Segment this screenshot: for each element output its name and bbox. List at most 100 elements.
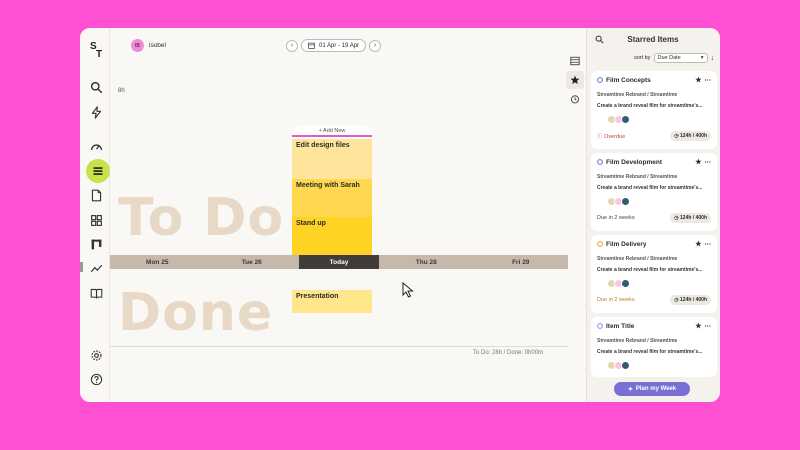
card-title: Film Concepts: [606, 76, 651, 84]
sort-label: sort by: [633, 55, 651, 61]
help-icon[interactable]: [89, 372, 103, 386]
avatar: [621, 279, 630, 288]
kanban-icon[interactable]: [89, 237, 103, 251]
tab-reminders[interactable]: [566, 90, 584, 108]
assignee-avatars: [607, 279, 711, 288]
sparkle-icon: ✦: [627, 386, 633, 393]
plan-button-label: Plan my Week: [635, 386, 677, 392]
panel-title: Starred Items: [627, 34, 679, 44]
book-icon[interactable]: [89, 286, 103, 300]
card-project: Streamtime Rebrand / Streamtime: [597, 256, 678, 262]
done-task[interactable]: Presentation: [292, 290, 372, 313]
date-navigation: ‹ 01 Apr - 19 Apr ›: [286, 39, 382, 52]
card-project: Streamtime Rebrand / Streamtime: [597, 174, 678, 180]
alarm-clock-icon: [570, 95, 580, 104]
card-title: Film Development: [606, 158, 662, 166]
hours-badge: ◷ 124h / 400h: [670, 295, 711, 305]
panel-tabs: [566, 52, 584, 109]
day-header-bar: Mon 25 Tue 26 Today Thu 28 Fri 29: [110, 255, 568, 269]
star-icon: [570, 75, 580, 84]
todo-task[interactable]: Stand up: [292, 217, 372, 258]
starred-items-panel: Starred Items sort by Due Date ▾ ↓ Film …: [586, 28, 720, 402]
more-icon[interactable]: ⋯: [705, 240, 712, 248]
sort-row: sort by Due Date ▾ ↓: [587, 50, 720, 63]
trend-chart-icon[interactable]: [89, 261, 103, 275]
star-icon[interactable]: ★: [695, 158, 701, 166]
sort-value: Due Date: [657, 55, 681, 61]
tab-list[interactable]: [566, 52, 584, 70]
lightning-icon[interactable]: [89, 105, 103, 119]
schedule-nav-active[interactable]: [86, 159, 110, 183]
add-new-button[interactable]: + Add New: [292, 126, 372, 137]
assignee-avatars: [607, 361, 711, 370]
due-status: ⓘ Overdue: [597, 134, 626, 140]
user-name: isobel: [149, 42, 166, 49]
streamtime-logo[interactable]: ST: [90, 42, 106, 60]
avatar: [621, 361, 630, 370]
day-mon[interactable]: Mon 25: [110, 255, 205, 269]
list-icon: [570, 56, 580, 66]
grid-icon[interactable]: [89, 213, 103, 227]
card-title: Film Delivery: [606, 240, 647, 248]
todo-task[interactable]: Edit design files: [292, 139, 372, 179]
card-title: Item Title: [606, 322, 635, 330]
totals-summary: To Do: 28h / Done: 0h00m: [473, 350, 544, 356]
starred-card[interactable]: Film Concepts ★ ⋯ Streamtime Rebrand / S…: [591, 71, 717, 149]
list-icon: [93, 167, 103, 175]
left-rail: ST: [80, 28, 110, 402]
more-icon[interactable]: ⋯: [705, 158, 712, 166]
app-window: ST IB isobel ‹ 01 Apr - 19 Apr › 8h To D…: [80, 28, 720, 402]
more-icon[interactable]: ⋯: [705, 322, 712, 330]
card-description: Create a brand reveal film for streamtim…: [597, 267, 703, 273]
job-status-icon: [597, 159, 603, 165]
hours-badge: ◷ 124h / 400h: [670, 213, 711, 223]
previous-week-button[interactable]: ‹: [286, 39, 298, 52]
panel-header: Starred Items: [587, 28, 720, 50]
star-icon[interactable]: ★: [695, 76, 701, 84]
hours-badge: ◷ 124h / 400h: [670, 131, 711, 141]
search-icon[interactable]: [89, 80, 103, 94]
document-icon[interactable]: [89, 188, 103, 202]
more-icon[interactable]: ⋯: [705, 76, 712, 84]
starred-card[interactable]: Item Title ★ ⋯ Streamtime Rebrand / Stre…: [591, 317, 717, 377]
due-status: Due in 2 weeks: [597, 215, 635, 221]
due-status: Due in 2 weeks: [597, 297, 635, 303]
sort-direction-arrow-icon[interactable]: ↓: [711, 55, 715, 62]
star-icon[interactable]: ★: [695, 240, 701, 248]
chevron-down-icon: ▾: [700, 55, 704, 61]
card-description: Create a brand reveal film for streamtim…: [597, 185, 703, 191]
calendar-icon: [308, 42, 315, 49]
user-chip[interactable]: IB isobel: [131, 39, 166, 52]
star-icon[interactable]: ★: [695, 322, 701, 330]
dashboard-gauge-icon[interactable]: [89, 140, 103, 154]
todo-task[interactable]: Meeting with Sarah: [292, 179, 372, 217]
next-week-button[interactable]: ›: [369, 39, 382, 52]
day-today[interactable]: Today: [299, 255, 379, 269]
today-todo-column: + Add New Edit design files Meeting with…: [292, 126, 372, 258]
avatar: IB: [131, 39, 144, 52]
plan-my-week-button[interactable]: ✦ Plan my Week: [614, 382, 690, 396]
starred-card[interactable]: Film Development ★ ⋯ Streamtime Rebrand …: [591, 153, 717, 231]
day-fri[interactable]: Fri 29: [474, 255, 569, 269]
card-description: Create a brand reveal film for streamtim…: [597, 103, 703, 109]
avatar: [621, 115, 630, 124]
search-icon[interactable]: [595, 35, 604, 44]
avatar: [621, 197, 630, 206]
starred-card[interactable]: Film Delivery ★ ⋯ Streamtime Rebrand / S…: [591, 235, 717, 313]
card-project: Streamtime Rebrand / Streamtime: [597, 338, 678, 344]
hours-label: 8h: [118, 88, 125, 94]
todo-watermark: To Do: [118, 188, 285, 248]
assignee-avatars: [607, 197, 711, 206]
done-watermark: Done: [118, 283, 274, 343]
date-range-label: 01 Apr - 19 Apr: [319, 42, 360, 49]
tab-starred[interactable]: [566, 71, 584, 89]
day-thu[interactable]: Thu 28: [379, 255, 474, 269]
mouse-cursor-icon: [402, 282, 414, 298]
sort-select[interactable]: Due Date ▾: [653, 53, 708, 63]
card-project: Streamtime Rebrand / Streamtime: [597, 92, 678, 98]
settings-gear-icon[interactable]: [89, 348, 103, 362]
job-status-icon: [597, 323, 603, 329]
card-description: Create a brand reveal film for streamtim…: [597, 349, 703, 355]
date-range-picker[interactable]: 01 Apr - 19 Apr: [301, 39, 367, 52]
day-tue[interactable]: Tue 26: [205, 255, 300, 269]
